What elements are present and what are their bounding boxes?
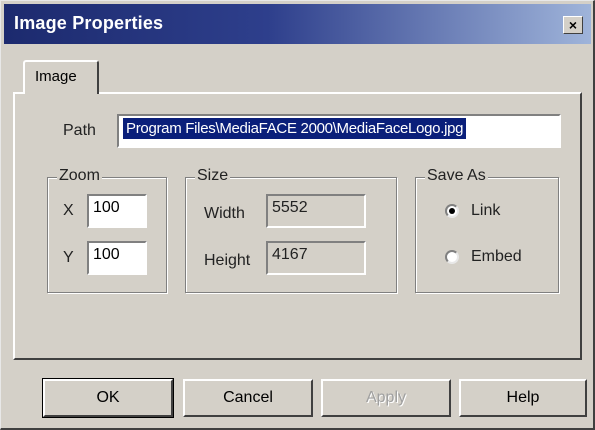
radio-unselected-icon xyxy=(445,250,459,264)
height-label: Height xyxy=(204,252,251,269)
cancel-button[interactable]: Cancel xyxy=(183,379,313,417)
image-properties-dialog: Image Properties × Image Path Program Fi… xyxy=(0,0,595,430)
zoom-y-label: Y xyxy=(63,249,74,266)
save-as-embed-radio[interactable]: Embed xyxy=(445,248,522,266)
path-selected-text: Program Files\MediaFACE 2000\MediaFaceLo… xyxy=(123,118,467,139)
save-as-link-radio[interactable]: Link xyxy=(445,202,500,220)
zoom-x-label: X xyxy=(63,202,74,219)
apply-button[interactable]: Apply xyxy=(321,379,451,417)
path-label: Path xyxy=(63,122,96,139)
width-value: 5552 xyxy=(266,194,366,228)
zoom-x-input[interactable]: 100 xyxy=(87,194,147,228)
tab-image-label: Image xyxy=(35,68,77,85)
size-group-title: Size xyxy=(195,167,231,185)
height-value: 4167 xyxy=(266,241,366,275)
radio-selected-icon xyxy=(445,204,459,218)
help-button[interactable]: Help xyxy=(459,379,587,417)
ok-button[interactable]: OK xyxy=(42,378,174,418)
save-as-embed-label: Embed xyxy=(471,248,522,265)
path-input[interactable]: Program Files\MediaFACE 2000\MediaFaceLo… xyxy=(117,114,561,148)
title-bar[interactable]: Image Properties × xyxy=(4,4,591,44)
close-button[interactable]: × xyxy=(563,16,583,34)
save-as-link-label: Link xyxy=(471,202,501,219)
zoom-group-title: Zoom xyxy=(57,167,102,185)
window-title: Image Properties xyxy=(14,13,164,33)
close-icon: × xyxy=(568,17,578,33)
tab-image[interactable]: Image xyxy=(23,60,99,94)
zoom-y-input[interactable]: 100 xyxy=(87,241,147,275)
save-as-group-title: Save As xyxy=(425,167,488,185)
width-label: Width xyxy=(204,205,245,222)
save-as-group: Save As xyxy=(415,167,559,293)
